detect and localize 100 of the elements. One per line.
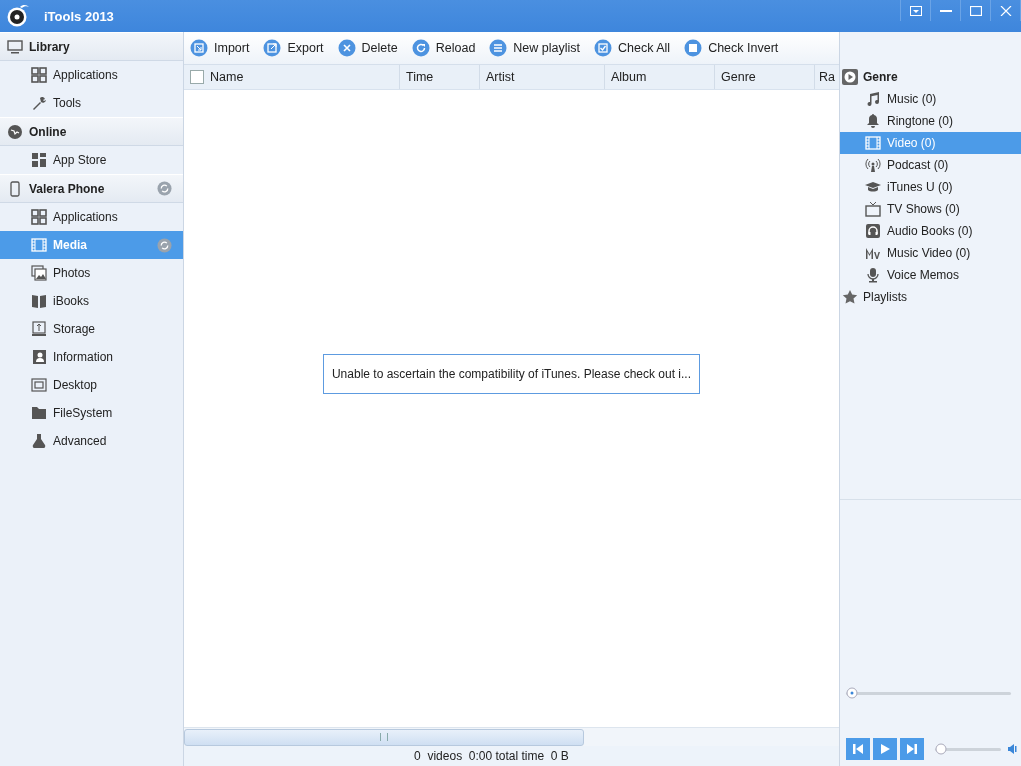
playlists-item[interactable]: Playlists [863,290,907,304]
select-all-checkbox[interactable] [190,70,204,84]
item-label: App Store [53,153,107,167]
sidebar-item[interactable]: iBooks [0,287,183,315]
toolbar-button[interactable]: Reload [411,36,482,60]
skip-back-icon [852,743,864,755]
column-header[interactable]: Album [605,65,715,89]
close-icon [999,5,1012,16]
section-title: Valera Phone [29,181,105,196]
genre-item[interactable]: Podcast (0) [840,154,1021,176]
book-icon [31,293,47,309]
section-title: Library [29,39,70,54]
sidebar-item[interactable]: Photos [0,259,183,287]
sidebar-item[interactable]: FileSystem [0,399,183,427]
item-label: Storage [53,322,96,336]
item-label: Desktop [53,378,98,392]
play-button[interactable] [873,738,897,760]
sidebar-item[interactable]: Advanced [0,427,183,455]
section-title: Online [29,124,67,139]
desktop-icon [31,377,47,393]
sidebar-item[interactable]: Desktop [0,371,183,399]
sidebar-item[interactable]: Applications [0,203,183,231]
toolbar-button[interactable]: New playlist [489,36,587,60]
item-label: Tools [53,96,81,110]
sidebar-item[interactable]: App Store [0,146,183,174]
monitor-icon [7,38,23,55]
slider-thumb[interactable] [935,743,947,755]
podcast-icon [865,157,881,173]
usb-drive-icon [31,321,47,337]
genre-item[interactable]: Voice Memos [840,264,1021,286]
next-button[interactable] [900,738,924,760]
sidebar-section-header[interactable]: Library [0,32,183,61]
genre-item[interactable]: Ringtone (0) [840,110,1021,132]
column-header[interactable]: Ra [815,65,836,89]
sidebar-section-header[interactable]: Valera Phone [0,174,183,203]
message-box: Unable to ascertain the compatibility of iTunes. Please check out i... [322,353,701,394]
skip-forward-icon [906,743,918,755]
genre-item[interactable]: TV Shows (0) [840,198,1021,220]
globe-icon [7,123,23,140]
column-header[interactable]: Time [400,65,480,89]
dropdown-icon [909,5,922,16]
microphone-icon [865,267,881,283]
speaker-icon[interactable] [1008,743,1018,755]
contact-card-icon [31,349,47,365]
genre-header[interactable]: Genre [863,70,898,84]
sidebar-item[interactable]: Information [0,343,183,371]
item-label: Photos [53,266,91,280]
column-header[interactable]: Genre [715,65,815,89]
genre-item[interactable]: iTunes U (0) [840,176,1021,198]
item-label: Media [53,238,87,252]
play-icon [842,69,858,85]
maximize-icon [969,5,982,16]
sync-icon[interactable] [157,181,172,196]
toolbar-button[interactable]: Check Invert [684,36,785,60]
genre-item[interactable]: Music (0) [840,88,1021,110]
column-header[interactable]: Name [184,65,400,89]
reload-icon [411,39,430,57]
play-icon [879,743,891,755]
column-header[interactable]: Artist [480,65,605,89]
genre-item[interactable]: Music Video (0) [840,242,1021,264]
sidebar-section-header[interactable]: Online [0,117,183,146]
status-bar: 0 videos 0:00 total time 0 B [184,746,839,766]
sidebar-item[interactable]: Applications [0,61,183,89]
toolbar-button[interactable]: Export [263,36,330,60]
photo-icon [31,265,47,281]
scrollbar-thumb[interactable] [184,728,584,746]
headphones-icon [865,223,881,239]
folder-icon [31,405,47,421]
delete-icon [337,39,356,57]
wrench-icon [31,95,47,111]
checkbox-icon [594,39,613,57]
grid-icon [31,209,47,225]
flask-icon [31,433,47,449]
grid-icon [31,152,47,168]
sidebar-item[interactable]: Storage [0,315,183,343]
item-label: Information [53,350,114,364]
previous-button[interactable] [846,738,870,760]
phone-icon [7,180,23,197]
film-icon [31,237,47,253]
tv-icon [865,201,881,217]
item-label: iBooks [53,294,90,308]
bell-icon [865,113,881,129]
film-icon [865,135,881,151]
star-icon [842,289,858,305]
toolbar-button[interactable]: Check All [594,36,677,60]
export-icon [263,39,282,57]
sync-icon[interactable] [157,237,172,253]
item-label: FileSystem [53,406,113,420]
toolbar-button[interactable]: Import [190,36,256,60]
list-icon [489,39,508,57]
item-label: Applications [53,68,118,82]
window-title: iTools 2013 [44,8,114,24]
genre-item[interactable]: Audio Books (0) [840,220,1021,242]
item-label: Applications [53,210,118,224]
grid-icon [31,67,47,83]
toolbar-button[interactable]: Delete [337,36,404,60]
music-note-icon [865,91,881,107]
sidebar-item[interactable]: Tools [0,89,183,117]
import-icon [190,39,208,57]
slider-thumb[interactable] [846,687,858,699]
